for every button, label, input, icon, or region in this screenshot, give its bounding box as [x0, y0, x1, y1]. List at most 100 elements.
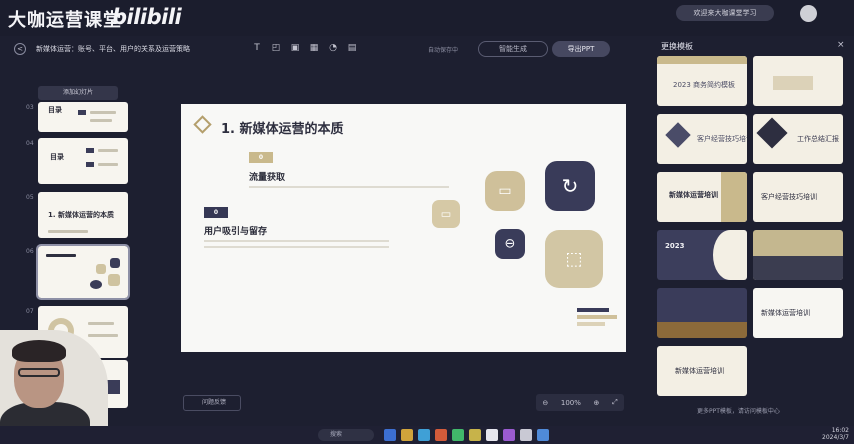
autosave-status: 自动保存中 [428, 47, 459, 54]
template-card[interactable]: 新媒体运营培训 [753, 288, 843, 338]
template-decor [713, 230, 747, 280]
template-card[interactable]: 工作总结汇报 [753, 114, 843, 164]
app-icon[interactable] [452, 429, 464, 441]
thumb-number: 03 [26, 104, 34, 111]
app-icon[interactable] [503, 429, 515, 441]
text-tool-icon[interactable]: T [252, 43, 262, 53]
app-icon[interactable] [384, 429, 396, 441]
thumb-line [90, 111, 116, 114]
feedback-button[interactable]: 问题反馈 [183, 395, 241, 411]
template-decor [657, 322, 747, 338]
slide-heading[interactable]: 1. 新媒体运营的本质 [221, 118, 344, 137]
template-name: 客户经营技巧培训 [697, 135, 747, 143]
minus-icon[interactable]: ⊖ [495, 229, 525, 259]
browser-icon[interactable] [418, 429, 430, 441]
decor-stripe [577, 322, 605, 326]
table-tool-icon[interactable]: ▦ [309, 43, 319, 53]
editor-toolbar: < 新媒体运营：账号、平台、用户的关系及运营策略 T ◰ ▣ ▦ ◔ ▤ 自动保… [0, 36, 645, 62]
smart-generate-button[interactable]: 智能生成 [478, 41, 548, 57]
template-decor [753, 256, 843, 280]
template-decor [773, 76, 813, 90]
insert-tools: T ◰ ▣ ▦ ◔ ▤ [252, 43, 357, 53]
slide-canvas[interactable]: 1. 新媒体运营的本质 0 流量获取 0 用户吸引与留存 ▭ ▭ ↻ ⊖ ⬚ [181, 104, 626, 352]
bilibili-logo: bilibili [112, 5, 182, 29]
template-card[interactable]: 新媒体运营培训 [657, 172, 747, 222]
app-icon[interactable] [469, 429, 481, 441]
zoom-out-icon[interactable]: ⊖ [542, 399, 548, 407]
close-icon[interactable]: × [837, 40, 845, 50]
template-panel: 更换模板 × 2023 商务简约模板 客户经营技巧培训 工作总结汇报 新媒体运营… [645, 36, 854, 436]
template-name: 新媒体运营培训 [675, 367, 724, 375]
export-ppt-button[interactable]: 导出PPT [552, 41, 610, 57]
fullscreen-icon[interactable]: ⤢ [612, 398, 618, 407]
app-window: 大咖运营课堂 bilibili 欢迎来大咖课堂学习 < 新媒体运营：账号、平台、… [0, 0, 854, 444]
template-card[interactable] [657, 288, 747, 338]
brand-pill[interactable]: 欢迎来大咖课堂学习 [676, 5, 774, 21]
thumb-line [98, 149, 118, 152]
slide-thumbnail[interactable]: 1. 新媒体运营的本质 [38, 192, 128, 238]
folder-icon[interactable] [401, 429, 413, 441]
folder-icon[interactable]: ▭ [485, 171, 525, 211]
clock[interactable]: 16:02 2024/3/7 [815, 427, 849, 441]
image-tool-icon[interactable]: ▣ [290, 43, 300, 53]
back-button[interactable]: < [14, 43, 26, 55]
template-name: 新媒体运营培训 [669, 191, 718, 199]
slide-thumbnail[interactable]: 目录 [38, 102, 128, 132]
thumb-number: 05 [26, 194, 34, 201]
thumb-number: 04 [26, 140, 34, 147]
template-decor [721, 172, 747, 222]
template-name: 客户经营技巧培训 [761, 193, 817, 201]
template-card[interactable]: 客户经营技巧培训 [753, 172, 843, 222]
template-decor [756, 117, 788, 149]
app-icon[interactable] [537, 429, 549, 441]
point-label[interactable]: 用户吸引与留存 [204, 224, 267, 237]
presenter-glasses [18, 368, 60, 377]
thumb-number: 06 [26, 248, 34, 255]
point-tag[interactable]: 0 [249, 152, 273, 163]
presenter-hair [12, 340, 66, 362]
shape-tool-icon[interactable]: ◰ [271, 43, 281, 53]
template-panel-footer[interactable]: 更多PPT模板，请访问模板中心 [697, 406, 780, 415]
os-taskbar: 搜索 16:02 2024/3/7 [0, 426, 854, 444]
template-card[interactable]: 客户经营技巧培训 [657, 114, 747, 164]
zoom-level: 100% [560, 398, 581, 407]
document-title: 新媒体运营：账号、平台、用户的关系及运营策略 [36, 45, 190, 53]
cursor-pointer [90, 280, 102, 289]
thumb-title: 目录 [50, 153, 64, 161]
app-icon[interactable] [486, 429, 498, 441]
chart-tool-icon[interactable]: ◔ [328, 43, 338, 53]
document-icon[interactable]: ▭ [432, 200, 460, 228]
frame-icon[interactable]: ⬚ [545, 230, 603, 288]
brand-title: 大咖运营课堂 [8, 10, 122, 31]
template-panel-title: 更换模板 [661, 42, 693, 51]
refresh-icon[interactable]: ↻ [545, 161, 595, 211]
app-icon[interactable] [520, 429, 532, 441]
media-tool-icon[interactable]: ▤ [347, 43, 357, 53]
template-card[interactable]: 2023 商务简约模板 [657, 56, 747, 106]
clock-date: 2024/3/7 [822, 434, 849, 441]
template-decor [665, 122, 691, 148]
template-card[interactable]: 新媒体运营培训 [657, 346, 747, 396]
point-tag[interactable]: 0 [204, 207, 228, 218]
avatar[interactable] [800, 5, 817, 22]
decor-stripe [577, 315, 617, 319]
thumb-mark [86, 162, 94, 167]
thumb-mark [78, 110, 86, 115]
thumb-shape [110, 258, 120, 268]
app-icon[interactable] [435, 429, 447, 441]
template-name: 2023 [665, 242, 685, 250]
slide-thumbnail[interactable]: 目录 [38, 138, 128, 184]
template-name: 2023 商务简约模板 [673, 81, 736, 89]
add-slide-button[interactable]: 添加幻灯片 [38, 86, 118, 100]
clock-time: 16:02 [831, 427, 849, 434]
thumb-line [88, 322, 114, 325]
thumb-line [98, 163, 118, 166]
point-label[interactable]: 流量获取 [249, 170, 285, 183]
slide-thumbnail-active[interactable] [36, 244, 130, 300]
thumb-title: 目录 [48, 106, 62, 114]
template-card[interactable]: 2023 [657, 230, 747, 280]
zoom-in-icon[interactable]: ⊕ [594, 399, 600, 407]
taskbar-search[interactable]: 搜索 [318, 429, 374, 441]
template-card[interactable] [753, 56, 843, 106]
template-card[interactable] [753, 230, 843, 280]
